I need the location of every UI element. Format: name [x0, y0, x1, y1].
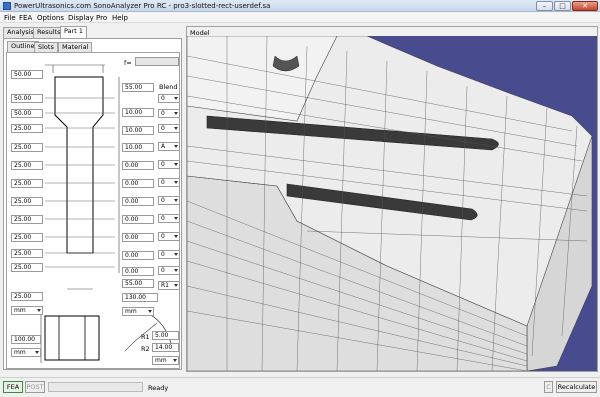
length-input[interactable]: 130.00: [122, 293, 158, 302]
left-dim-input[interactable]: 25.00: [11, 233, 43, 242]
chevron-down-icon: [148, 310, 152, 313]
units-select[interactable]: mm: [11, 306, 43, 315]
blend-select[interactable]: 0: [158, 196, 180, 205]
bottom-width-input[interactable]: 25.00: [11, 292, 43, 301]
units-select[interactable]: mm: [122, 307, 154, 316]
right-dim-input[interactable]: 10.00: [122, 108, 154, 117]
chevron-down-icon: [174, 217, 178, 220]
part-panel: Analysis Results Part 1 Outline Slots Ma…: [2, 26, 183, 370]
right-dim-input[interactable]: 10.00: [122, 143, 154, 152]
r2-label: R2: [141, 345, 150, 353]
cross-section: [44, 315, 100, 361]
post-button[interactable]: POST: [25, 381, 45, 393]
chevron-down-icon: [174, 112, 178, 115]
blend-select[interactable]: 0: [158, 124, 180, 133]
right-dim-input[interactable]: 0.00: [122, 197, 154, 206]
fea-button[interactable]: FEA: [3, 381, 23, 393]
chevron-down-icon: [174, 199, 178, 202]
left-dim-input[interactable]: 25.00: [11, 124, 43, 133]
window-title: PowerUltrasonics.com SonoAnalyzer Pro RC…: [14, 2, 271, 10]
menu-display[interactable]: Display: [68, 14, 94, 22]
menu-pro[interactable]: Pro: [96, 14, 107, 22]
blend-select[interactable]: 0: [158, 214, 180, 223]
right-dim-input[interactable]: 55.00: [122, 83, 154, 92]
maximize-button[interactable]: □: [554, 1, 571, 11]
chevron-down-icon: [174, 181, 178, 184]
c-button[interactable]: C: [544, 381, 553, 393]
chevron-down-icon: [35, 351, 39, 354]
r2-input[interactable]: 14.00: [152, 343, 179, 352]
left-dim-input[interactable]: 25.00: [11, 249, 43, 258]
chevron-down-icon: [174, 269, 178, 272]
chevron-down-icon: [174, 163, 178, 166]
recalculate-button[interactable]: Recalculate: [556, 381, 597, 393]
chevron-down-icon: [174, 97, 178, 100]
title-bar: PowerUltrasonics.com SonoAnalyzer Pro RC…: [0, 0, 600, 12]
status-bar: FEA POST Ready C Recalculate: [0, 377, 600, 397]
chevron-down-icon: [174, 253, 178, 256]
left-dim-input[interactable]: 25.00: [11, 143, 43, 152]
left-dim-input[interactable]: 50.00: [11, 94, 43, 103]
blend-select[interactable]: 0: [158, 266, 180, 275]
left-dim-input[interactable]: 25.00: [11, 179, 43, 188]
chevron-down-icon: [174, 127, 178, 130]
right-dim-input[interactable]: 0.00: [122, 267, 154, 276]
units-select[interactable]: mm: [152, 356, 179, 365]
menu-options[interactable]: Options: [37, 14, 64, 22]
status-text: Ready: [148, 384, 169, 392]
right-dim-input[interactable]: 0.00: [122, 179, 154, 188]
part-tab-content: Outline Slots Material f= 50.00 50.00 50…: [3, 38, 182, 370]
minimize-button[interactable]: –: [536, 1, 553, 11]
chevron-down-icon: [173, 359, 177, 362]
menu-fea[interactable]: FEA: [19, 14, 32, 22]
outline-panel: f= 50.00 50.00 50.00 25.00 25.00 25.00 2…: [6, 52, 180, 369]
right-dim-input[interactable]: 10.00: [122, 126, 154, 135]
r1-input[interactable]: 5.00: [152, 331, 179, 340]
progress-bar: [48, 382, 143, 392]
blend-select[interactable]: 0: [158, 250, 180, 259]
app-icon: [3, 2, 11, 10]
chevron-down-icon: [37, 309, 41, 312]
left-dim-input[interactable]: 25.00: [11, 197, 43, 206]
chevron-down-icon: [174, 145, 178, 148]
right-dim-input[interactable]: 55.00: [122, 279, 154, 288]
blend-select[interactable]: 0: [158, 232, 180, 241]
blend-select[interactable]: 0: [158, 178, 180, 187]
left-dim-input[interactable]: 50.00: [11, 109, 43, 118]
left-dim-input[interactable]: 25.00: [11, 161, 43, 170]
chevron-down-icon: [174, 284, 178, 287]
blend-select[interactable]: A: [158, 142, 180, 151]
blend-select[interactable]: 0: [158, 160, 180, 169]
left-dim-input[interactable]: 25.00: [11, 215, 43, 224]
blend-select[interactable]: 0: [158, 94, 180, 103]
right-dim-input[interactable]: 0.00: [122, 215, 154, 224]
right-dim-input[interactable]: 0.00: [122, 251, 154, 260]
blend-label: Blend: [159, 83, 178, 91]
units-select[interactable]: mm: [11, 348, 41, 357]
model-viewport[interactable]: [187, 36, 597, 371]
blend-select[interactable]: 0: [158, 109, 180, 118]
menu-bar: File FEA Options Display Pro Help: [0, 12, 600, 23]
section-width-input[interactable]: 100.00: [11, 335, 41, 344]
chevron-down-icon: [174, 235, 178, 238]
blend-select[interactable]: R1: [158, 281, 180, 290]
tab-part-1[interactable]: Part 1: [60, 26, 88, 38]
close-button[interactable]: ✕: [572, 1, 598, 11]
menu-help[interactable]: Help: [112, 14, 128, 22]
left-dim-input[interactable]: 25.00: [11, 263, 43, 272]
menu-file[interactable]: File: [4, 14, 16, 22]
right-dim-input[interactable]: 0.00: [122, 161, 154, 170]
right-dim-input[interactable]: 0.00: [122, 233, 154, 242]
r1-label: R1: [141, 333, 150, 341]
mesh-model: [187, 36, 593, 371]
